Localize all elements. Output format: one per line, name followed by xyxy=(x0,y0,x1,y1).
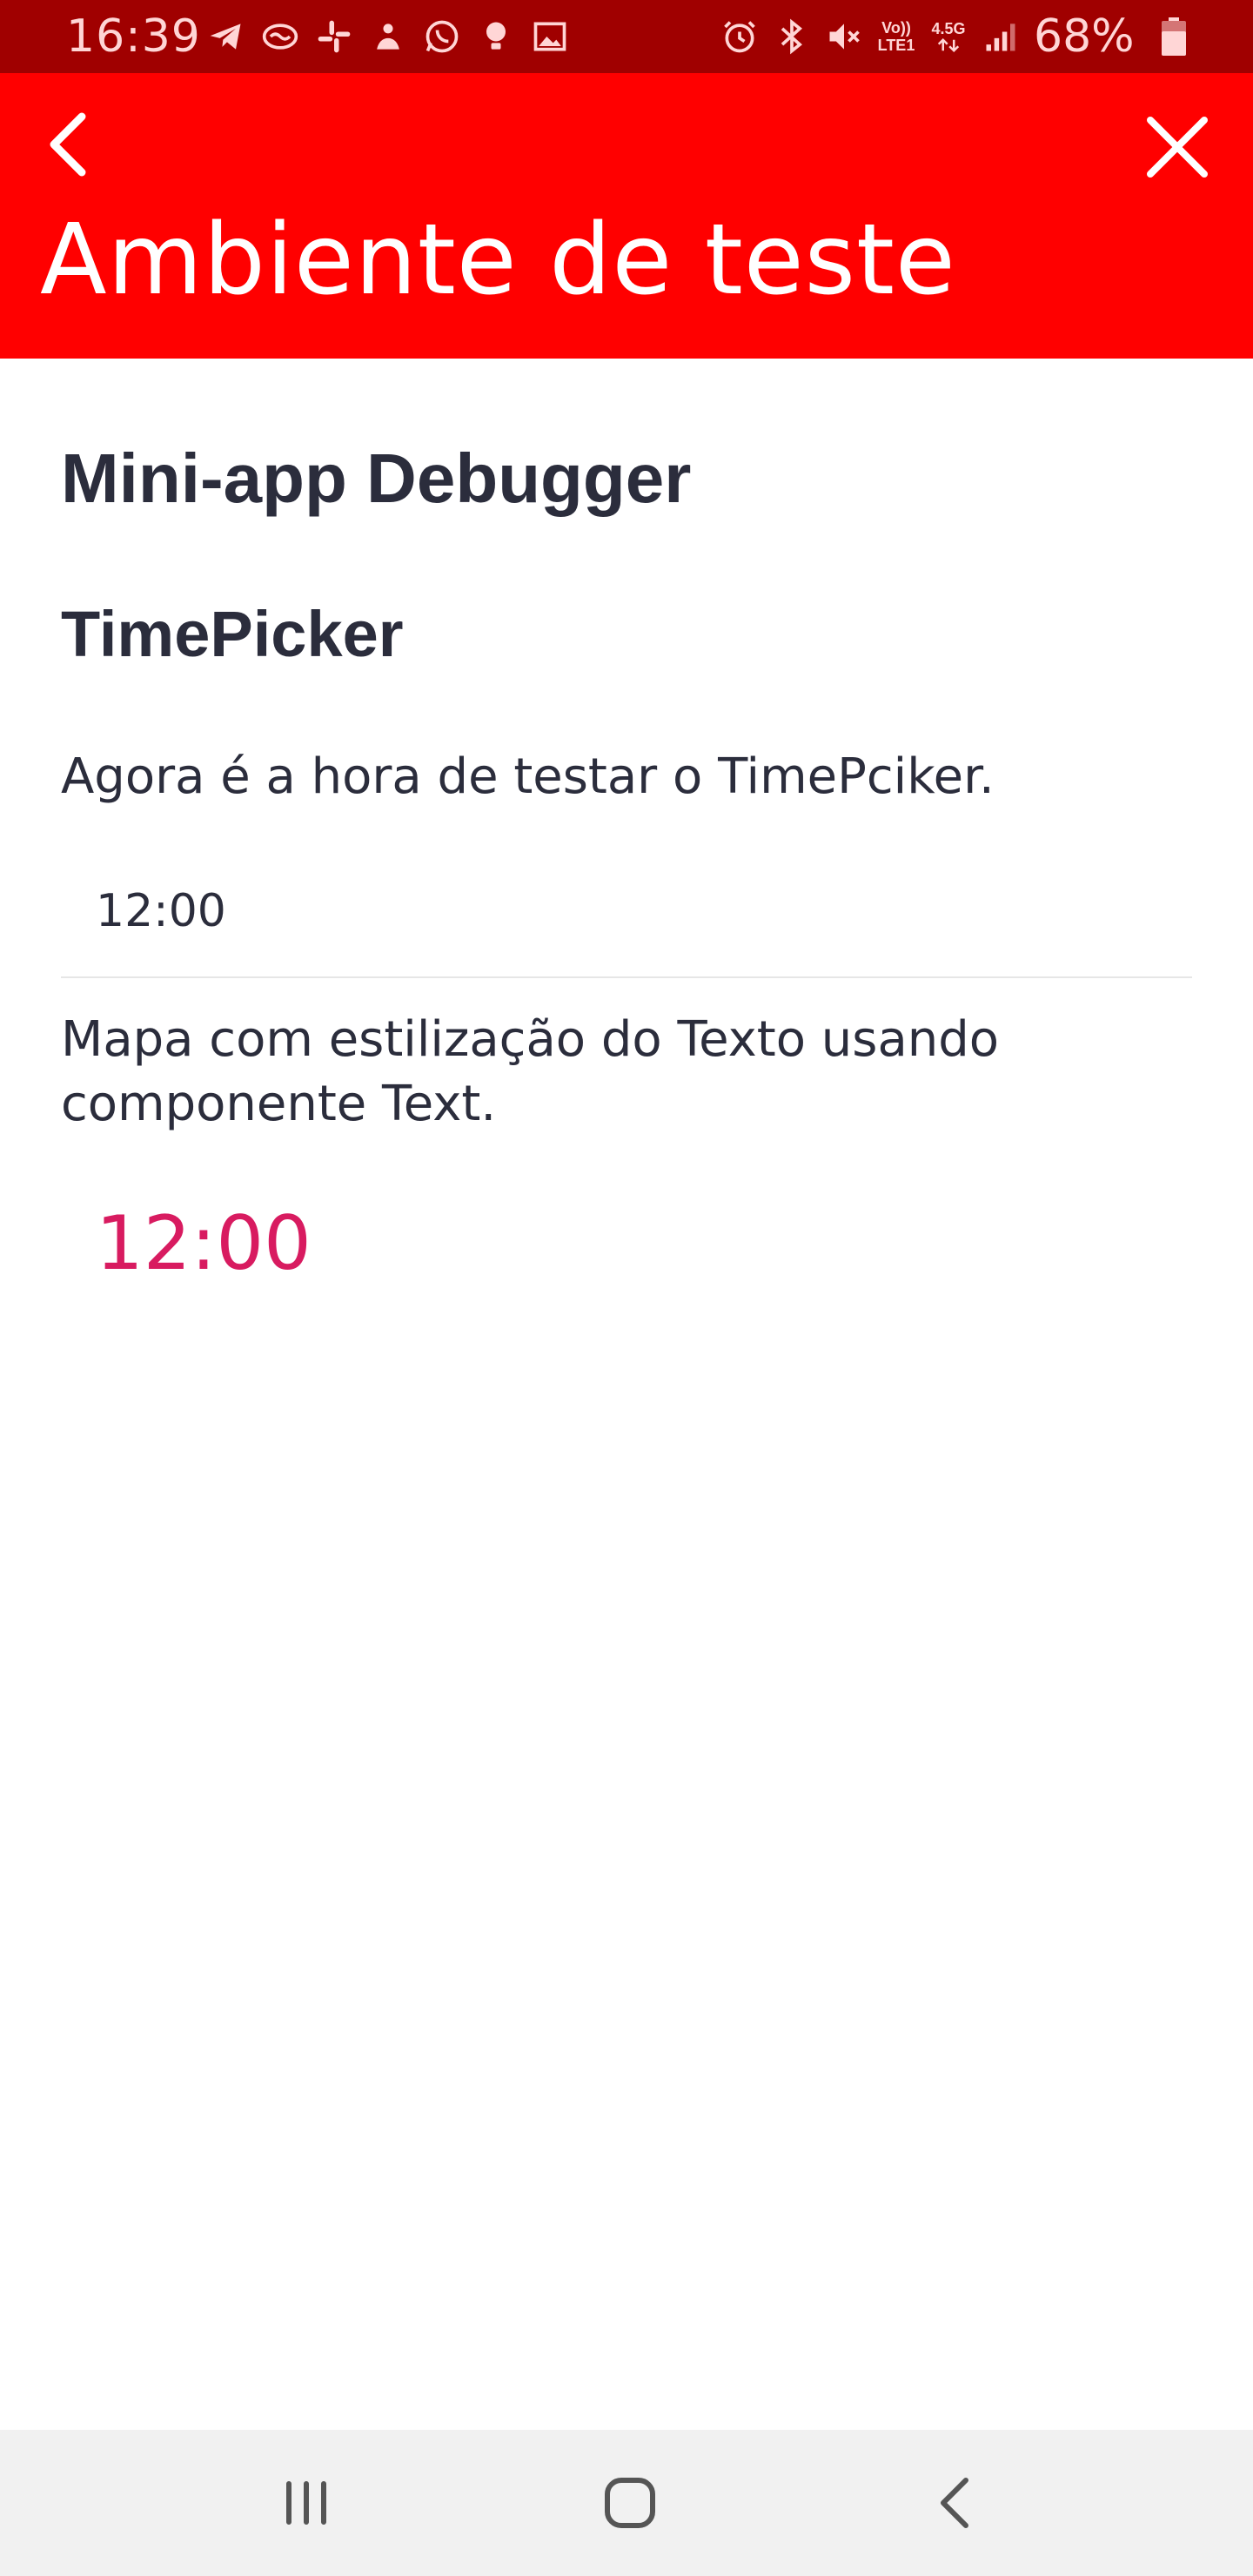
system-icons: Vo)) LTE1 4.5G xyxy=(719,16,1022,57)
navigation-bar xyxy=(0,2430,1253,2576)
recents-icon xyxy=(286,2481,326,2525)
sync-icon xyxy=(367,16,409,57)
text-component-description: Mapa com estilização do Texto usando com… xyxy=(61,1011,1000,1132)
time-picker-value: 12:00 xyxy=(96,885,226,937)
signal-icon xyxy=(980,16,1022,57)
back-button[interactable] xyxy=(38,110,101,179)
home-icon xyxy=(605,2478,655,2528)
mute-icon xyxy=(823,16,865,57)
app-title: Mini-app Debugger xyxy=(61,439,692,517)
handshake-icon xyxy=(259,16,301,57)
slack-icon xyxy=(313,16,355,57)
timepicker-description: Agora é a hora de testar o TimePciker. xyxy=(61,748,995,805)
telegram-icon xyxy=(205,16,247,57)
bluetooth-icon xyxy=(771,16,813,57)
network-gen-indicator: 4.5G xyxy=(928,16,969,57)
close-button[interactable] xyxy=(1143,113,1211,181)
status-bar: 16:39 Vo)) LTE1 4.5G 68% xyxy=(0,0,1253,73)
gallery-icon xyxy=(529,16,571,57)
back-icon xyxy=(941,2478,968,2528)
time-picker[interactable]: 12:00 xyxy=(61,855,1192,978)
section-title: TimePicker xyxy=(61,598,404,670)
app-header: Ambiente de teste xyxy=(0,73,1253,359)
alarm-icon xyxy=(719,16,761,57)
home-button[interactable] xyxy=(593,2466,667,2539)
page-title: Ambiente de teste xyxy=(40,204,956,317)
status-time: 16:39 xyxy=(66,10,201,63)
battery-icon xyxy=(1162,17,1186,56)
notification-icons xyxy=(205,16,571,57)
system-back-button[interactable] xyxy=(921,2466,994,2539)
chevron-left-icon xyxy=(50,112,86,177)
battery-percent: 68% xyxy=(1034,10,1135,63)
styled-time-text: 12:00 xyxy=(96,1200,312,1287)
close-icon xyxy=(1147,117,1208,178)
volte-indicator: Vo)) LTE1 xyxy=(877,19,915,54)
recents-button[interactable] xyxy=(270,2466,343,2539)
bulb-icon xyxy=(475,16,517,57)
whatsapp-icon xyxy=(421,16,463,57)
